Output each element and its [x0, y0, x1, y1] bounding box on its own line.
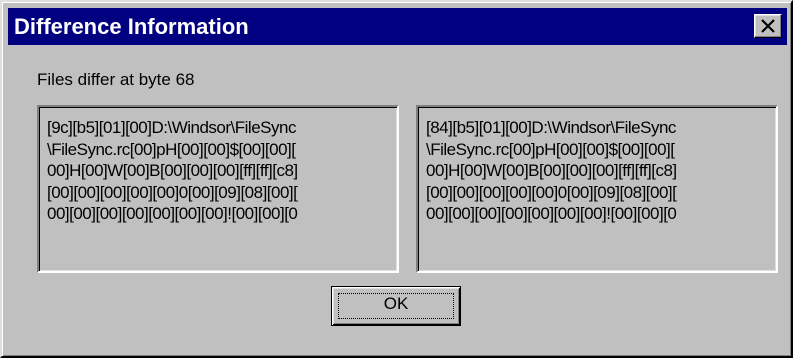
- right-file-bytes-panel[interactable]: [84][b5][01][00]D:\Windsor\FileSync \Fil…: [416, 105, 778, 273]
- dialog-title: Difference Information: [14, 14, 249, 39]
- left-panel-line: \FileSync.rc[00]pH[00][00]$[00][00][: [47, 139, 296, 159]
- right-panel-line: [00][00][00][00][00]0[00][09][08][00][: [426, 182, 677, 202]
- right-panel-line: 00][00][00][00][00][00][00]![00][00][0: [426, 204, 677, 223]
- left-panel-line: [00][00][00][00][00]0[00][09][08][00][: [47, 182, 298, 202]
- title-bar[interactable]: Difference Information: [8, 8, 787, 45]
- right-panel-line: 00]H[00]W[00]B[00][00][00][ff][ff][c8]: [426, 161, 677, 180]
- ok-button[interactable]: OK: [331, 286, 461, 326]
- left-panel-line: 00]H[00]W[00]B[00][00][00][ff][ff][c8]: [47, 161, 298, 180]
- difference-status-label: Files differ at byte 68: [37, 70, 195, 89]
- difference-information-dialog: Difference Information Files differ at b…: [0, 0, 793, 358]
- right-panel-line: \FileSync.rc[00]pH[00][00]$[00][00][: [426, 139, 675, 159]
- ok-button-label: OK: [383, 294, 409, 313]
- close-button[interactable]: [754, 14, 782, 38]
- right-panel-line: [84][b5][01][00]D:\Windsor\FileSync: [426, 118, 676, 137]
- left-file-bytes-panel[interactable]: [9c][b5][01][00]D:\Windsor\FileSync \Fil…: [37, 105, 399, 273]
- left-panel-line: 00][00][00][00][00][00][00]![00][00][0: [47, 204, 298, 223]
- close-icon: [761, 19, 775, 33]
- left-panel-line: [9c][b5][01][00]D:\Windsor\FileSync: [47, 118, 296, 137]
